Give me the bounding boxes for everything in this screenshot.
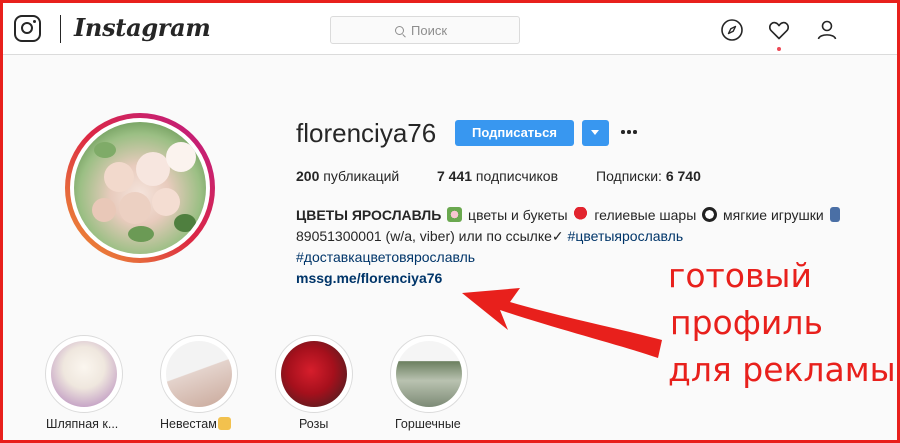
highlight-label-text: Невестам <box>160 417 217 431</box>
annotation-line-1: готовый <box>668 256 812 295</box>
highlight-roses[interactable] <box>275 335 353 413</box>
highlight-brides[interactable] <box>160 335 238 413</box>
annotation-line-2: профиль <box>670 303 823 342</box>
highlight-potted-plants[interactable] <box>390 335 468 413</box>
highlight-label: Невестам <box>160 417 233 431</box>
highlight-label: Горшечные <box>395 417 461 431</box>
highlight-label: Розы <box>299 417 329 431</box>
bride-emoji-icon <box>217 417 231 430</box>
highlight-hat-box[interactable] <box>45 335 123 413</box>
annotation-line-3: для рекламы <box>668 350 896 389</box>
highlight-label: Шляпная к... <box>46 417 119 431</box>
